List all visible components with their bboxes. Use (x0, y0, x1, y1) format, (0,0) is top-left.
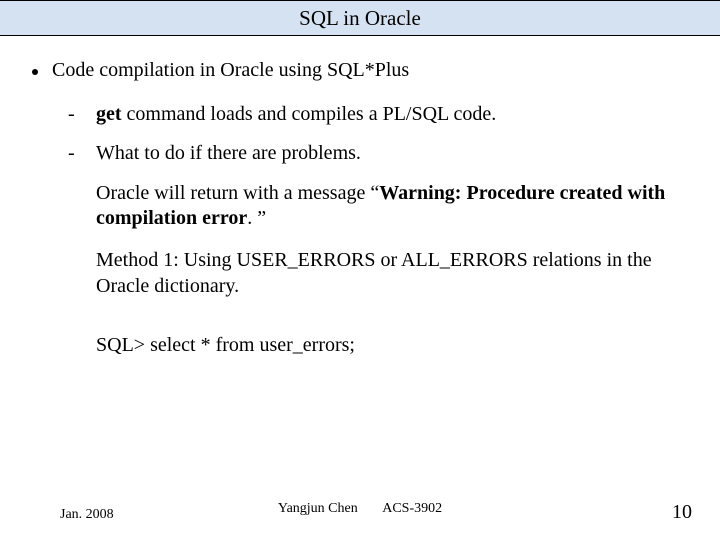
paragraph-warning: Oracle will return with a message “Warni… (96, 181, 686, 232)
sql-command: SQL> select * from user_errors; (96, 333, 690, 359)
footer-center: Yangjun Chen ACS-3902 (278, 501, 442, 517)
para1-a: Oracle will return with a message “ (96, 182, 379, 204)
slide-title-bar: SQL in Oracle (0, 0, 720, 36)
paragraph-method1: Method 1: Using USER_ERRORS or ALL_ERROR… (96, 248, 686, 299)
slide-content: Code compilation in Oracle using SQL*Plu… (0, 36, 720, 359)
sub-item-1: - get command loads and compiles a PL/SQ… (68, 102, 690, 128)
bullet-icon (32, 69, 38, 75)
get-keyword: get (96, 103, 122, 125)
slide-title: SQL in Oracle (299, 6, 421, 30)
dash-icon: - (68, 141, 96, 167)
sub-list: - get command loads and compiles a PL/SQ… (68, 102, 690, 167)
sub1-rest: command loads and compiles a PL/SQL code… (122, 103, 497, 125)
dash-icon: - (68, 102, 96, 128)
bullet-item: Code compilation in Oracle using SQL*Plu… (30, 58, 690, 84)
para1-c: . ” (247, 207, 266, 229)
sub-text-1: get command loads and compiles a PL/SQL … (96, 102, 690, 128)
footer-date: Jan. 2008 (60, 507, 114, 523)
slide-footer: Jan. 2008 Yangjun Chen ACS-3902 10 (0, 501, 720, 524)
bullet-text: Code compilation in Oracle using SQL*Plu… (52, 58, 690, 84)
sub-text-2: What to do if there are problems. (96, 141, 690, 167)
footer-page-number: 10 (672, 501, 692, 524)
sub-item-2: - What to do if there are problems. (68, 141, 690, 167)
